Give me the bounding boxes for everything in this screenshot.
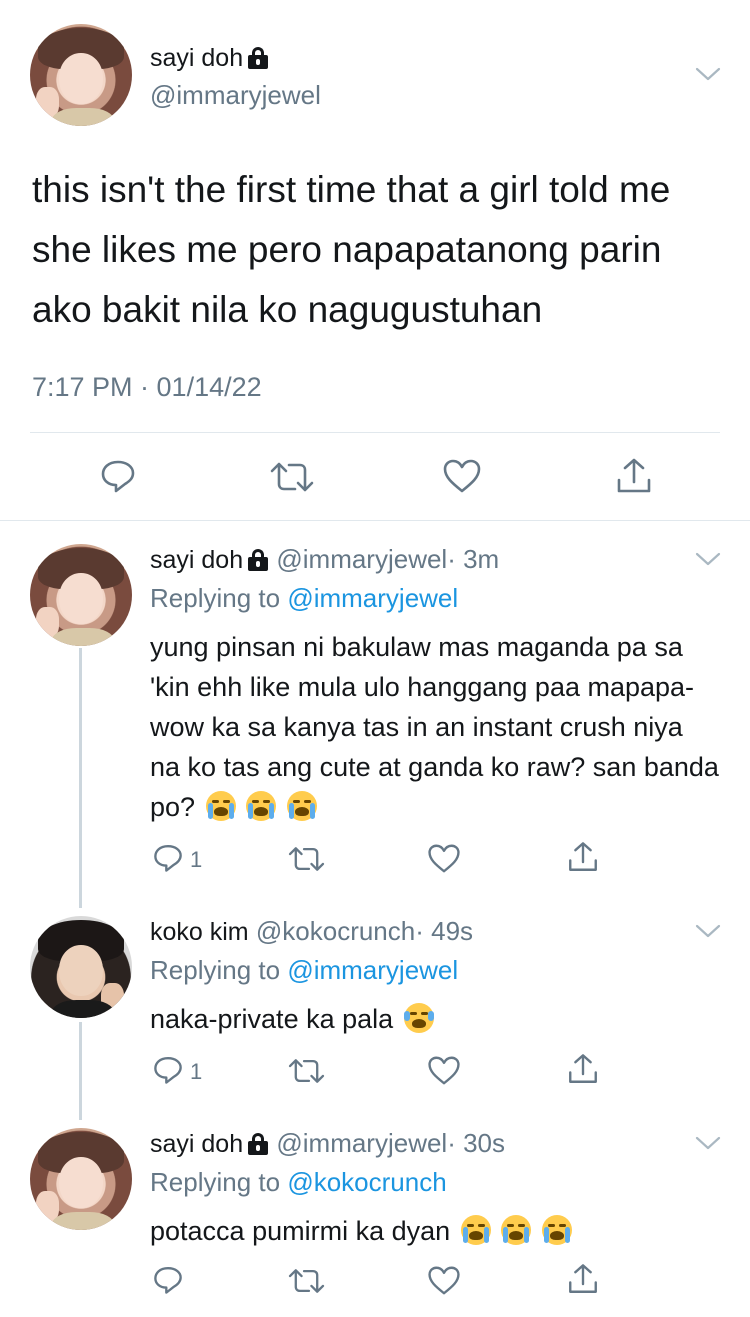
share-icon[interactable]: [614, 456, 654, 496]
like-icon[interactable]: [442, 458, 482, 494]
avatar[interactable]: [30, 916, 132, 1018]
reply-count: 1: [190, 847, 203, 872]
chevron-down-icon[interactable]: [695, 66, 721, 82]
reply-icon[interactable]: [99, 457, 137, 495]
mention-link[interactable]: @immaryjewel: [287, 955, 458, 985]
divider: [0, 520, 750, 521]
share-icon[interactable]: [566, 1262, 600, 1296]
tweet-age[interactable]: · 49s: [415, 916, 473, 946]
timestamp[interactable]: 7:17 PM · 01/14/22: [32, 372, 262, 403]
reply-header: sayi doh @immaryjewel· 3m: [150, 544, 499, 575]
reply-header: koko kim @kokocrunch· 49s: [150, 916, 473, 947]
replying-to: Replying to @immaryjewel: [150, 955, 459, 985]
display-name[interactable]: koko kim: [150, 918, 249, 946]
reply-text: potacca pumirmi ka dyan: [150, 1211, 720, 1251]
handle[interactable]: @immaryjewel: [150, 80, 321, 111]
loudly-crying-face-emoji: [205, 791, 236, 821]
loudly-crying-face-emoji: [246, 791, 277, 821]
loudly-crying-face-emoji: [286, 791, 317, 821]
display-name[interactable]: sayi doh: [150, 1130, 243, 1158]
like-icon[interactable]: [427, 1055, 461, 1086]
thread-line: [79, 1022, 82, 1120]
reply-text: yung pinsan ni bakulaw mas maganda pa sa…: [150, 632, 719, 822]
avatar[interactable]: [30, 1128, 132, 1230]
loudly-crying-face-emoji: [541, 1215, 572, 1245]
tears-of-joy-emoji: [403, 1003, 434, 1033]
handle[interactable]: @immaryjewel: [276, 1128, 447, 1158]
replying-to: Replying to @kokocrunch: [150, 1167, 447, 1197]
retweet-icon[interactable]: [270, 460, 314, 494]
handle[interactable]: @immaryjewel: [276, 544, 447, 574]
thread-line: [79, 648, 82, 908]
loudly-crying-face-emoji: [460, 1215, 491, 1245]
retweet-icon[interactable]: [288, 1267, 325, 1295]
avatar[interactable]: [30, 24, 132, 126]
replying-to: Replying to @immaryjewel: [150, 583, 459, 613]
reply-header: sayi doh @immaryjewel· 30s: [150, 1128, 505, 1159]
reply-icon[interactable]: [152, 1264, 184, 1296]
avatar[interactable]: [30, 544, 132, 646]
mention-link[interactable]: @immaryjewel: [287, 583, 458, 613]
tweet-age[interactable]: · 30s: [447, 1128, 505, 1158]
lock-icon: [247, 47, 269, 69]
chevron-down-icon[interactable]: [695, 551, 721, 567]
divider: [30, 432, 720, 433]
loudly-crying-face-emoji: [501, 1215, 532, 1245]
share-icon[interactable]: [566, 1052, 600, 1086]
reply-icon[interactable]: [152, 842, 184, 874]
chevron-down-icon[interactable]: [695, 923, 721, 939]
reply-icon[interactable]: [152, 1054, 184, 1086]
like-icon[interactable]: [427, 1265, 461, 1296]
lock-icon: [247, 1133, 269, 1155]
retweet-icon[interactable]: [288, 1057, 325, 1085]
mention-link[interactable]: @kokocrunch: [287, 1167, 446, 1197]
retweet-icon[interactable]: [288, 845, 325, 873]
tweet-text: this isn't the first time that a girl to…: [32, 169, 671, 330]
tweet-age[interactable]: · 3m: [447, 544, 499, 574]
display-name[interactable]: sayi doh: [150, 546, 243, 574]
reply-text: naka-private ka pala: [150, 999, 720, 1039]
chevron-down-icon[interactable]: [695, 1135, 721, 1151]
reply-count: 1: [190, 1059, 203, 1084]
display-name[interactable]: sayi doh: [150, 44, 269, 73]
handle[interactable]: @kokocrunch: [256, 916, 415, 946]
lock-icon: [247, 549, 269, 571]
share-icon[interactable]: [566, 840, 600, 874]
like-icon[interactable]: [427, 843, 461, 874]
